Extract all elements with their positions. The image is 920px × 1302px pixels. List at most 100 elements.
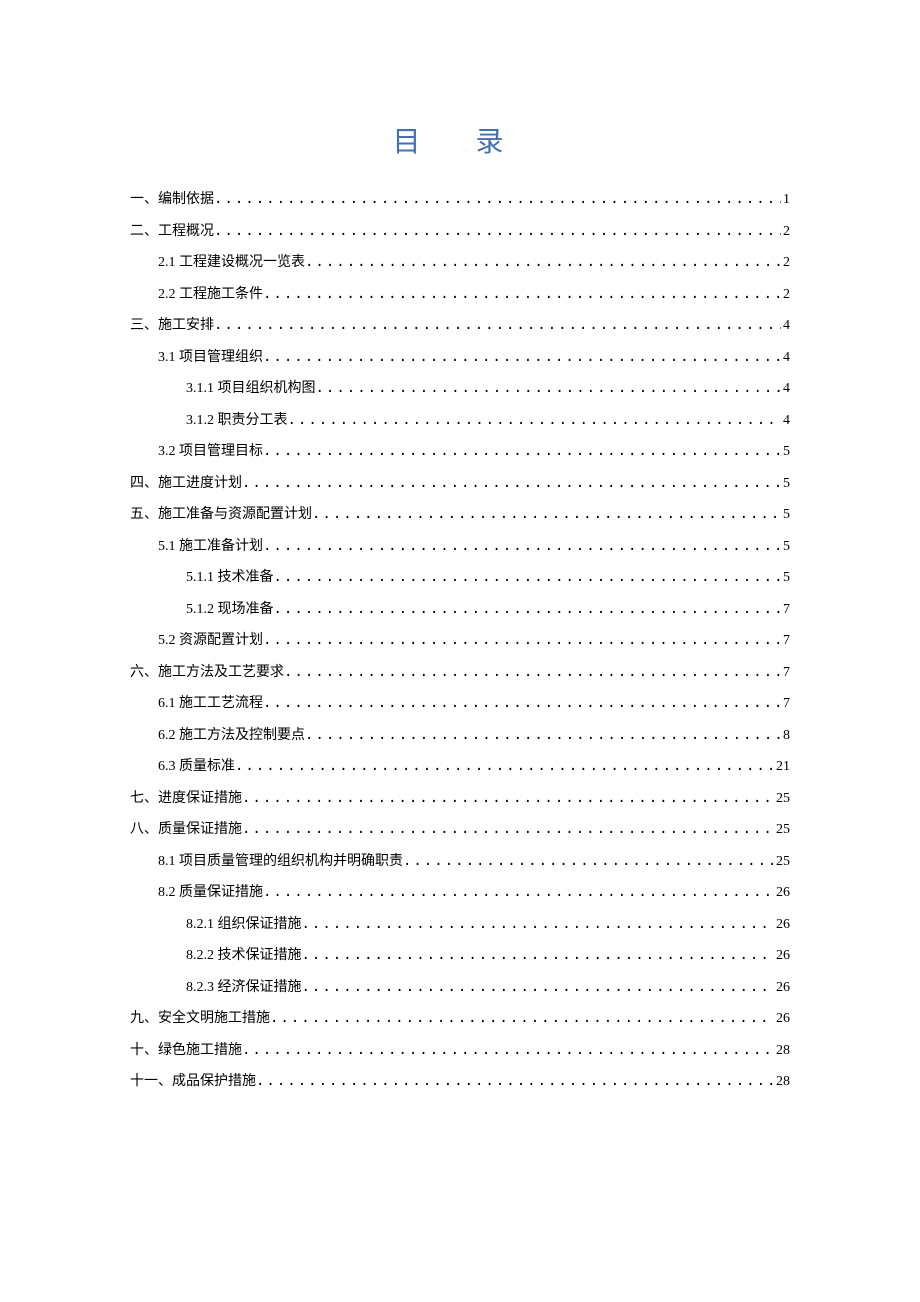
toc-entry-page: 4 [781, 405, 790, 437]
toc-entry-label: 8.2.2 技术保证措施 [186, 940, 302, 972]
toc-entry-label: 3.1.2 职责分工表 [186, 405, 288, 437]
toc-entry-label: 八、质量保证措施 [130, 814, 242, 846]
table-of-contents: 一、编制依据1二、工程概况22.1 工程建设概况一览表22.2 工程施工条件2三… [130, 184, 790, 1098]
toc-entry: 5.1 施工准备计划5 [130, 531, 790, 563]
toc-entry: 8.2 质量保证措施 26 [130, 877, 790, 909]
toc-entry-page: 28 [774, 1066, 790, 1098]
toc-leader-dots [242, 814, 774, 846]
toc-leader-dots [214, 216, 781, 248]
toc-leader-dots [263, 342, 781, 374]
toc-entry-page: 4 [781, 342, 790, 374]
toc-entry-page: 5 [781, 468, 790, 500]
toc-entry-label: 十、绿色施工措施 [130, 1035, 242, 1067]
toc-leader-dots [263, 877, 774, 909]
toc-entry-page: 4 [781, 373, 790, 405]
toc-entry: 8.2.2 技术保证措施 26 [130, 940, 790, 972]
toc-leader-dots [302, 972, 775, 1004]
toc-entry-label: 二、工程概况 [130, 216, 214, 248]
toc-entry-label: 8.2.1 组织保证措施 [186, 909, 302, 941]
toc-entry-page: 7 [781, 657, 790, 689]
toc-entry-page: 8 [781, 720, 790, 752]
toc-entry-page: 25 [774, 783, 790, 815]
toc-title: 目 录 [130, 120, 790, 160]
toc-entry-label: 8.2.3 经济保证措施 [186, 972, 302, 1004]
toc-entry: 九、安全文明施工措施26 [130, 1003, 790, 1035]
toc-entry: 3.1 项目管理组织 4 [130, 342, 790, 374]
toc-entry-page: 5 [781, 562, 790, 594]
toc-entry: 六、施工方法及工艺要求 7 [130, 657, 790, 689]
toc-entry: 5.1.1 技术准备 5 [130, 562, 790, 594]
toc-entry-label: 3.1 项目管理组织 [158, 342, 263, 374]
toc-leader-dots [263, 688, 781, 720]
toc-entry-label: 6.2 施工方法及控制要点 [158, 720, 305, 752]
toc-entry-page: 5 [781, 499, 790, 531]
toc-entry-label: 5.1.1 技术准备 [186, 562, 274, 594]
toc-entry-label: 8.2 质量保证措施 [158, 877, 263, 909]
toc-leader-dots [274, 594, 782, 626]
toc-entry-page: 26 [774, 1003, 790, 1035]
toc-entry: 5.1.2 现场准备7 [130, 594, 790, 626]
toc-entry-label: 2.1 工程建设概况一览表 [158, 247, 305, 279]
toc-entry: 5.2 资源配置计划 7 [130, 625, 790, 657]
toc-entry-page: 7 [781, 625, 790, 657]
toc-leader-dots [312, 499, 781, 531]
toc-entry-label: 5.2 资源配置计划 [158, 625, 263, 657]
toc-entry: 8.2.1 组织保证措施 26 [130, 909, 790, 941]
toc-entry-page: 2 [781, 279, 790, 311]
toc-entry: 一、编制依据1 [130, 184, 790, 216]
toc-leader-dots [302, 909, 775, 941]
toc-leader-dots [316, 373, 782, 405]
toc-entry-page: 26 [774, 909, 790, 941]
toc-entry-page: 4 [781, 310, 790, 342]
toc-entry-page: 26 [774, 940, 790, 972]
toc-entry-label: 5.1 施工准备计划 [158, 531, 263, 563]
toc-leader-dots [302, 940, 775, 972]
toc-entry-page: 7 [781, 594, 790, 626]
toc-leader-dots [274, 562, 782, 594]
toc-entry: 2.1 工程建设概况一览表 2 [130, 247, 790, 279]
toc-entry: 四、施工进度计划5 [130, 468, 790, 500]
toc-leader-dots [242, 783, 774, 815]
toc-leader-dots [263, 625, 781, 657]
toc-entry-page: 1 [781, 184, 790, 216]
toc-leader-dots [305, 720, 781, 752]
toc-leader-dots [263, 279, 781, 311]
toc-leader-dots [242, 468, 781, 500]
toc-entry: 十、绿色施工措施 28 [130, 1035, 790, 1067]
toc-leader-dots [263, 531, 781, 563]
toc-leader-dots [242, 1035, 774, 1067]
toc-entry-label: 十一、成品保护措施 [130, 1066, 256, 1098]
toc-leader-dots [403, 846, 774, 878]
toc-entry: 6.3 质量标准21 [130, 751, 790, 783]
toc-entry: 3.1.2 职责分工表 4 [130, 405, 790, 437]
toc-entry-page: 7 [781, 688, 790, 720]
toc-entry: 二、工程概况2 [130, 216, 790, 248]
toc-entry: 6.2 施工方法及控制要点 8 [130, 720, 790, 752]
toc-entry-label: 六、施工方法及工艺要求 [130, 657, 284, 689]
toc-leader-dots [214, 184, 781, 216]
toc-entry: 七、进度保证措施25 [130, 783, 790, 815]
toc-entry-page: 26 [774, 972, 790, 1004]
toc-entry-label: 2.2 工程施工条件 [158, 279, 263, 311]
toc-entry: 2.2 工程施工条件 2 [130, 279, 790, 311]
toc-entry-page: 2 [781, 247, 790, 279]
toc-entry-page: 5 [781, 436, 790, 468]
toc-entry-label: 五、施工准备与资源配置计划 [130, 499, 312, 531]
toc-entry-label: 3.2 项目管理目标 [158, 436, 263, 468]
toc-leader-dots [284, 657, 781, 689]
toc-entry-page: 28 [774, 1035, 790, 1067]
toc-leader-dots [263, 436, 781, 468]
toc-leader-dots [235, 751, 774, 783]
toc-leader-dots [305, 247, 781, 279]
toc-entry-page: 26 [774, 877, 790, 909]
toc-entry: 6.1 施工工艺流程 7 [130, 688, 790, 720]
toc-entry-label: 6.1 施工工艺流程 [158, 688, 263, 720]
toc-entry: 五、施工准备与资源配置计划 5 [130, 499, 790, 531]
toc-entry-page: 25 [774, 846, 790, 878]
toc-entry-label: 6.3 质量标准 [158, 751, 235, 783]
toc-entry-page: 25 [774, 814, 790, 846]
toc-leader-dots [214, 310, 781, 342]
toc-leader-dots [288, 405, 782, 437]
toc-leader-dots [256, 1066, 774, 1098]
toc-entry: 8.2.3 经济保证措施 26 [130, 972, 790, 1004]
